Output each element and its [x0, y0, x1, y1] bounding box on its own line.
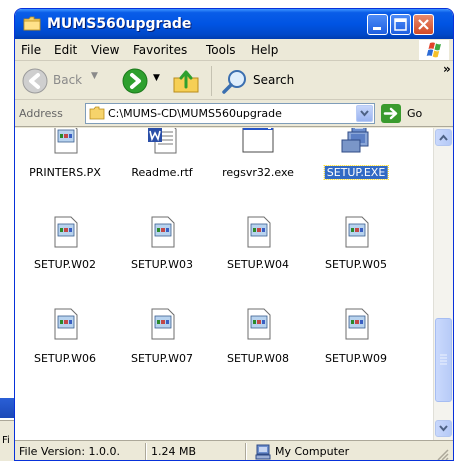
- status-bar: File Version: 1.0.0. 1.24 MB My Computer: [15, 440, 453, 461]
- forward-dropdown-icon[interactable]: ▼: [153, 73, 160, 83]
- menu-bar: File Edit View Favorites Tools Help: [15, 39, 453, 61]
- status-divider: [145, 443, 147, 460]
- toolbar-overflow-chevron[interactable]: »: [443, 62, 451, 76]
- generic-file-icon: [54, 308, 78, 340]
- file-item[interactable]: SETUP.W06: [17, 308, 113, 378]
- forward-arrow-icon[interactable]: [121, 67, 149, 95]
- file-name: SETUP.W04: [227, 258, 289, 271]
- file-name: SETUP.W06: [34, 352, 96, 365]
- file-item[interactable]: SETUP.W08: [210, 308, 306, 378]
- status-divider: [245, 443, 247, 460]
- grip-icon: [440, 354, 447, 365]
- search-icon[interactable]: [221, 68, 249, 96]
- address-bar: Address C:\MUMS-CD\MUMS560upgrade Go: [15, 101, 453, 127]
- toolbar-separator: [211, 66, 212, 96]
- back-arrow-icon[interactable]: [21, 67, 49, 95]
- maximize-icon: [394, 18, 407, 31]
- file-list-view: PRINTERS.PX Readme.rtf regsvr32.exe SETU…: [15, 128, 433, 440]
- generic-file-icon: [54, 128, 78, 154]
- back-dropdown-icon[interactable]: ▼: [91, 71, 98, 81]
- address-dropdown-button[interactable]: [356, 105, 373, 122]
- file-item[interactable]: SETUP.W02: [17, 216, 113, 286]
- close-icon: [418, 19, 429, 30]
- word-document-icon: [148, 128, 177, 154]
- vertical-scrollbar[interactable]: [433, 128, 453, 440]
- file-name: SETUP.W03: [131, 258, 193, 271]
- file-item[interactable]: PRINTERS.PX: [17, 128, 113, 192]
- status-file-size: 1.24 MB: [151, 445, 197, 458]
- address-input[interactable]: C:\MUMS-CD\MUMS560upgrade: [85, 103, 375, 124]
- background-window-label: Fi: [2, 435, 10, 446]
- scroll-down-button[interactable]: [435, 420, 452, 437]
- chevron-down-icon: [360, 110, 369, 117]
- menu-edit[interactable]: Edit: [54, 43, 77, 57]
- close-button[interactable]: [413, 14, 434, 35]
- file-name: SETUP.W09: [325, 352, 387, 365]
- chevron-down-icon: [439, 425, 448, 432]
- search-button-label[interactable]: Search: [253, 73, 294, 87]
- generic-file-icon: [247, 308, 271, 340]
- generic-file-icon: [345, 308, 369, 340]
- file-item-selected[interactable]: SETUP.EXE: [308, 128, 404, 192]
- minimize-icon: [373, 27, 381, 30]
- folder-icon: [23, 16, 41, 31]
- generic-file-icon: [54, 216, 78, 248]
- generic-file-icon: [151, 216, 175, 248]
- address-label: Address: [19, 107, 63, 120]
- scroll-thumb[interactable]: [435, 318, 452, 402]
- file-item[interactable]: Readme.rtf: [114, 128, 210, 192]
- resize-grip-icon[interactable]: [435, 447, 449, 461]
- menu-help[interactable]: Help: [251, 43, 278, 57]
- setup-installer-icon: [341, 128, 369, 153]
- folder-icon: [89, 106, 105, 120]
- generic-file-icon: [151, 308, 175, 340]
- menu-file[interactable]: File: [21, 43, 41, 57]
- file-item[interactable]: SETUP.W05: [308, 216, 404, 286]
- generic-file-icon: [345, 216, 369, 248]
- desktop: Fi MUMS560upgrade File Edit View Favorit…: [0, 0, 454, 461]
- chevron-up-icon: [439, 134, 448, 141]
- menu-favorites[interactable]: Favorites: [133, 43, 187, 57]
- file-name: SETUP.W08: [227, 352, 289, 365]
- file-item[interactable]: SETUP.W04: [210, 216, 306, 286]
- maximize-button[interactable]: [390, 14, 411, 35]
- scroll-up-button[interactable]: [435, 129, 452, 146]
- file-name: SETUP.W02: [34, 258, 96, 271]
- status-file-version: File Version: 1.0.0.: [19, 445, 121, 458]
- file-name: Readme.rtf: [131, 166, 193, 179]
- menu-tools[interactable]: Tools: [206, 43, 236, 57]
- go-label[interactable]: Go: [407, 107, 422, 120]
- window-title: MUMS560upgrade: [47, 16, 192, 32]
- file-item[interactable]: SETUP.W03: [114, 216, 210, 286]
- application-window-icon: [242, 128, 274, 153]
- file-name: SETUP.W05: [325, 258, 387, 271]
- back-button-label[interactable]: Back: [53, 73, 82, 87]
- up-folder-icon[interactable]: [171, 67, 201, 95]
- go-button[interactable]: [381, 104, 401, 123]
- file-item[interactable]: SETUP.W07: [114, 308, 210, 378]
- standard-toolbar: Back ▼ ▼ Search »: [15, 62, 453, 100]
- go-arrow-icon: [383, 107, 398, 120]
- explorer-window: MUMS560upgrade File Edit View Favorites …: [14, 8, 454, 461]
- menu-view[interactable]: View: [91, 43, 119, 57]
- address-path: C:\MUMS-CD\MUMS560upgrade: [108, 107, 282, 120]
- file-name: regsvr32.exe: [222, 166, 294, 179]
- file-item[interactable]: regsvr32.exe: [210, 128, 306, 192]
- file-item[interactable]: SETUP.W09: [308, 308, 404, 378]
- minimize-button[interactable]: [367, 14, 388, 35]
- title-bar[interactable]: MUMS560upgrade: [15, 9, 453, 39]
- my-computer-icon: [255, 444, 271, 460]
- file-name: PRINTERS.PX: [29, 166, 101, 179]
- generic-file-icon: [247, 216, 271, 248]
- windows-logo-icon: [419, 40, 449, 60]
- file-name: SETUP.EXE: [323, 165, 389, 180]
- status-location: My Computer: [275, 445, 350, 458]
- file-name: SETUP.W07: [131, 352, 193, 365]
